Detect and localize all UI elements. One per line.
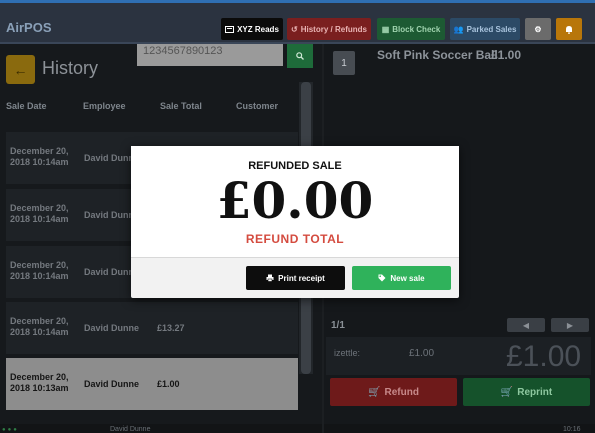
top-accent-line <box>0 0 595 3</box>
users-icon: 👥 <box>453 24 464 34</box>
column-header-customer[interactable]: Customer <box>236 101 278 111</box>
register-icon <box>225 25 235 33</box>
settings-button[interactable]: ⚙ <box>525 18 551 40</box>
column-header-employee[interactable]: Employee <box>83 101 126 111</box>
line-item-name: Soft Pink Soccer Ball <box>377 48 498 62</box>
refund-label: Refund <box>384 386 419 398</box>
chevron-left-icon: ◀ <box>522 320 530 330</box>
tag-icon <box>378 274 386 282</box>
row-date: December 20, 2018 10:14am <box>10 316 69 337</box>
row-date: December 20, 2018 10:14am <box>10 260 69 281</box>
print-receipt-label: Print receipt <box>278 273 325 283</box>
xyz-reads-label: XYZ Reads <box>237 24 279 34</box>
history-refunds-button[interactable]: ↺ History / Refunds <box>287 18 371 40</box>
footer-time: 10:16 <box>563 426 581 433</box>
dialog-body: REFUNDED SALE £0.00 REFUND TOTAL <box>131 146 459 258</box>
page-title: History <box>42 58 99 78</box>
search-icon <box>296 52 304 60</box>
back-button[interactable]: ← <box>6 55 35 84</box>
new-sale-button[interactable]: New sale <box>352 266 451 290</box>
parked-sales-label: Parked Sales <box>466 24 517 34</box>
previous-page-button[interactable]: ◀ <box>507 318 545 332</box>
parked-sales-button[interactable]: 👥 Parked Sales <box>450 18 520 40</box>
row-employee: David Dunne <box>84 323 140 333</box>
print-receipt-button[interactable]: Print receipt <box>246 266 345 290</box>
row-date: December 20, 2018 10:13am <box>10 372 69 393</box>
arrow-left-icon: ← <box>13 61 28 78</box>
footer-bar <box>0 424 322 433</box>
cart-icon: 🛒 <box>368 386 381 398</box>
footer-user: David Dunne <box>110 426 151 433</box>
row-total: £1.00 <box>157 379 180 389</box>
block-check-label: Block Check <box>392 24 441 34</box>
footer-bar-right <box>324 424 595 433</box>
next-page-button[interactable]: ▶ <box>551 318 589 332</box>
refund-button[interactable]: 🛒 Refund <box>330 378 457 406</box>
row-total: £13.27 <box>157 323 185 333</box>
gear-icon: ⚙ <box>534 24 542 34</box>
new-sale-label: New sale <box>390 273 425 283</box>
column-header-sale-date[interactable]: Sale Date <box>6 101 47 111</box>
block-check-button[interactable]: ▦ Block Check <box>377 18 445 40</box>
notifications-button[interactable] <box>556 18 582 40</box>
table-row[interactable]: December 20, 2018 10:14am David Dunne £1… <box>6 302 298 354</box>
row-employee: David Dunne <box>84 379 140 389</box>
refund-dialog: REFUNDED SALE £0.00 REFUND TOTAL Print r… <box>131 146 459 298</box>
page-indicator: 1/1 <box>331 320 345 331</box>
history-refunds-label: History / Refunds <box>300 24 367 34</box>
payment-method: izettle: <box>334 348 361 358</box>
line-item-price: £1.00 <box>491 48 522 62</box>
xyz-reads-button[interactable]: XYZ Reads <box>221 18 283 40</box>
cart-icon: 🛒 <box>500 386 514 398</box>
row-date: December 20, 2018 10:14am <box>10 146 69 167</box>
row-date: December 20, 2018 10:14am <box>10 203 69 224</box>
column-header-sale-total[interactable]: Sale Total <box>160 101 202 111</box>
reprint-button[interactable]: 🛒 Reprint <box>463 378 590 406</box>
sale-total: £1.00 <box>506 340 582 373</box>
bell-icon <box>565 25 573 34</box>
search-button[interactable] <box>287 44 313 68</box>
payment-amount: £1.00 <box>409 348 435 359</box>
history-icon: ↺ <box>291 24 298 34</box>
line-item-quantity: 1 <box>333 51 355 75</box>
chevron-right-icon: ▶ <box>566 320 574 330</box>
refund-amount: £0.00 <box>216 171 374 230</box>
app-brand: AirPOS <box>6 20 52 35</box>
refund-total-label: REFUND TOTAL <box>245 232 345 246</box>
status-dots: ●●● <box>2 427 19 433</box>
reprint-label: Reprint <box>517 386 553 398</box>
search-input[interactable]: 1234567890123 <box>137 44 283 66</box>
grid-icon: ▦ <box>381 24 390 34</box>
printer-icon <box>266 274 274 282</box>
table-row-selected[interactable]: December 20, 2018 10:13am David Dunne £1… <box>6 358 298 410</box>
